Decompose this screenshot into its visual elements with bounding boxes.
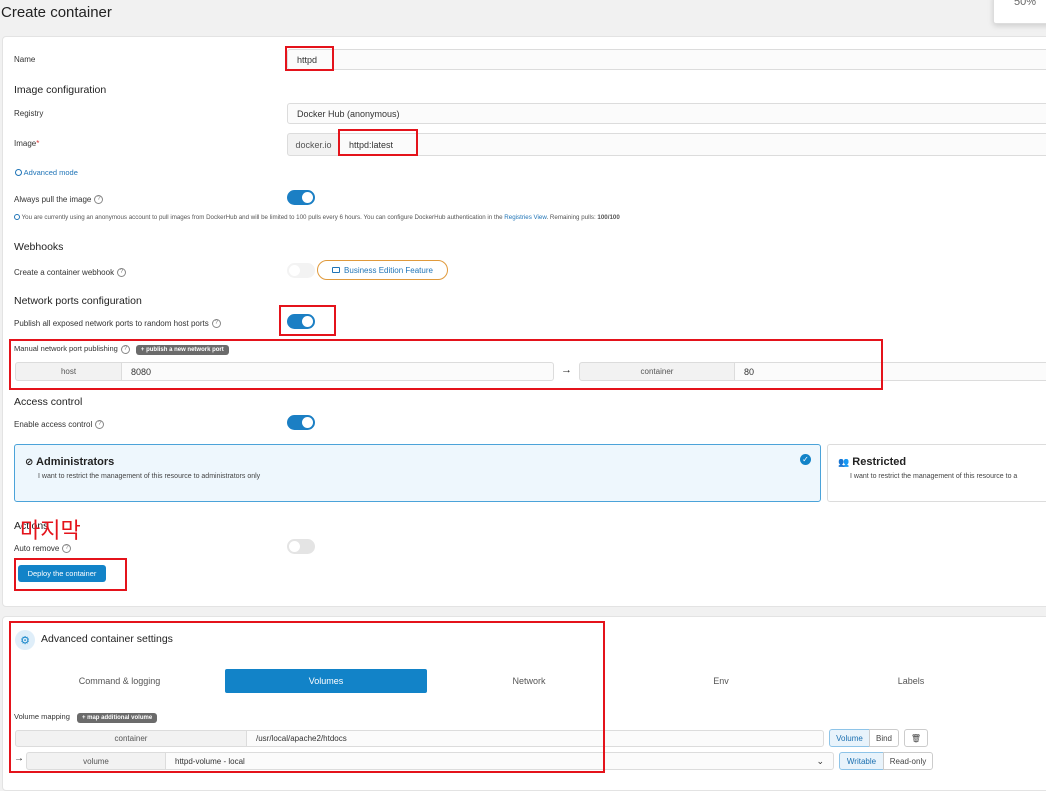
read-only-button[interactable]: Read-only (883, 752, 933, 770)
always-pull-toggle[interactable] (287, 190, 315, 205)
page-title: Create container (1, 4, 112, 21)
always-pull-label: Always pull the image? (14, 195, 104, 205)
annotation-box-deploy (14, 558, 127, 591)
annotation-text: 마지막 (20, 518, 81, 543)
info-icon (14, 214, 20, 220)
access-control-toggle[interactable] (287, 415, 315, 430)
volume-type-bind-button[interactable]: Bind (869, 729, 899, 747)
chevron-down-icon: ⌄ (816, 755, 824, 766)
administrators-desc: I want to restrict the management of thi… (38, 473, 261, 480)
zoom-indicator: 50% (993, 0, 1046, 24)
users-icon: 👥 (838, 457, 850, 467)
check-icon: ✓ (800, 454, 811, 465)
writable-button[interactable]: Writable (839, 752, 884, 770)
restricted-desc: I want to restrict the management of thi… (850, 473, 1018, 480)
annotation-box-image (338, 129, 418, 156)
network-ports-heading: Network ports configuration (14, 295, 142, 307)
help-icon: ? (211, 319, 221, 329)
annotation-box-advanced (9, 621, 605, 773)
registry-label: Registry (14, 109, 44, 118)
registries-view-link[interactable]: Registries View (504, 214, 546, 221)
image-input[interactable]: httpd:latest (339, 133, 1046, 156)
restricted-title: 👥 Restricted (838, 456, 907, 468)
annotation-box-publish-toggle (279, 305, 336, 336)
publish-all-label: Publish all exposed network ports to ran… (14, 319, 221, 329)
webhook-label: Create a container webhook? (14, 268, 127, 278)
name-label: Name (14, 55, 36, 64)
name-input[interactable]: httpd (287, 49, 1046, 70)
briefcase-icon (332, 267, 341, 273)
help-icon: ? (117, 268, 127, 278)
advanced-mode-link[interactable]: Advanced mode (15, 168, 78, 177)
globe-icon (15, 169, 22, 176)
enable-access-label: Enable access control? (14, 420, 105, 430)
help-icon: ? (62, 544, 72, 554)
image-registry-prefix: docker.io (287, 133, 340, 156)
registry-value: Docker Hub (anonymous) (297, 108, 400, 119)
access-control-heading: Access control (14, 396, 83, 408)
remaining-pulls: 100/100 (597, 214, 620, 221)
administrators-title: ⊘ Administrators (25, 456, 115, 468)
auto-remove-toggle[interactable] (287, 539, 315, 554)
administrators-option[interactable]: ⊘ Administrators I want to restrict the … (14, 444, 821, 502)
tab-labels[interactable]: Labels (810, 669, 1012, 693)
trash-icon[interactable]: 🗑 (904, 729, 928, 747)
help-icon: ? (94, 195, 104, 205)
auto-remove-label: Auto remove? (14, 544, 72, 554)
tab-env[interactable]: Env (620, 669, 822, 693)
eye-off-icon: ⊘ (25, 457, 34, 468)
business-edition-badge[interactable]: Business Edition Feature (317, 260, 448, 280)
help-icon: ? (95, 420, 105, 430)
dockerhub-info-text: You are currently using an anonymous acc… (14, 214, 620, 221)
annotation-box-name (285, 46, 334, 71)
webhook-toggle (287, 263, 315, 278)
webhooks-heading: Webhooks (14, 241, 64, 253)
annotation-box-ports (9, 339, 883, 390)
restricted-option[interactable]: 👥 Restricted I want to restrict the mana… (827, 444, 1046, 502)
registry-select[interactable]: Docker Hub (anonymous) (287, 103, 1046, 124)
image-label: Image* (14, 139, 40, 148)
image-configuration-heading: Image configuration (14, 84, 107, 96)
volume-type-volume-button[interactable]: Volume (829, 729, 870, 747)
